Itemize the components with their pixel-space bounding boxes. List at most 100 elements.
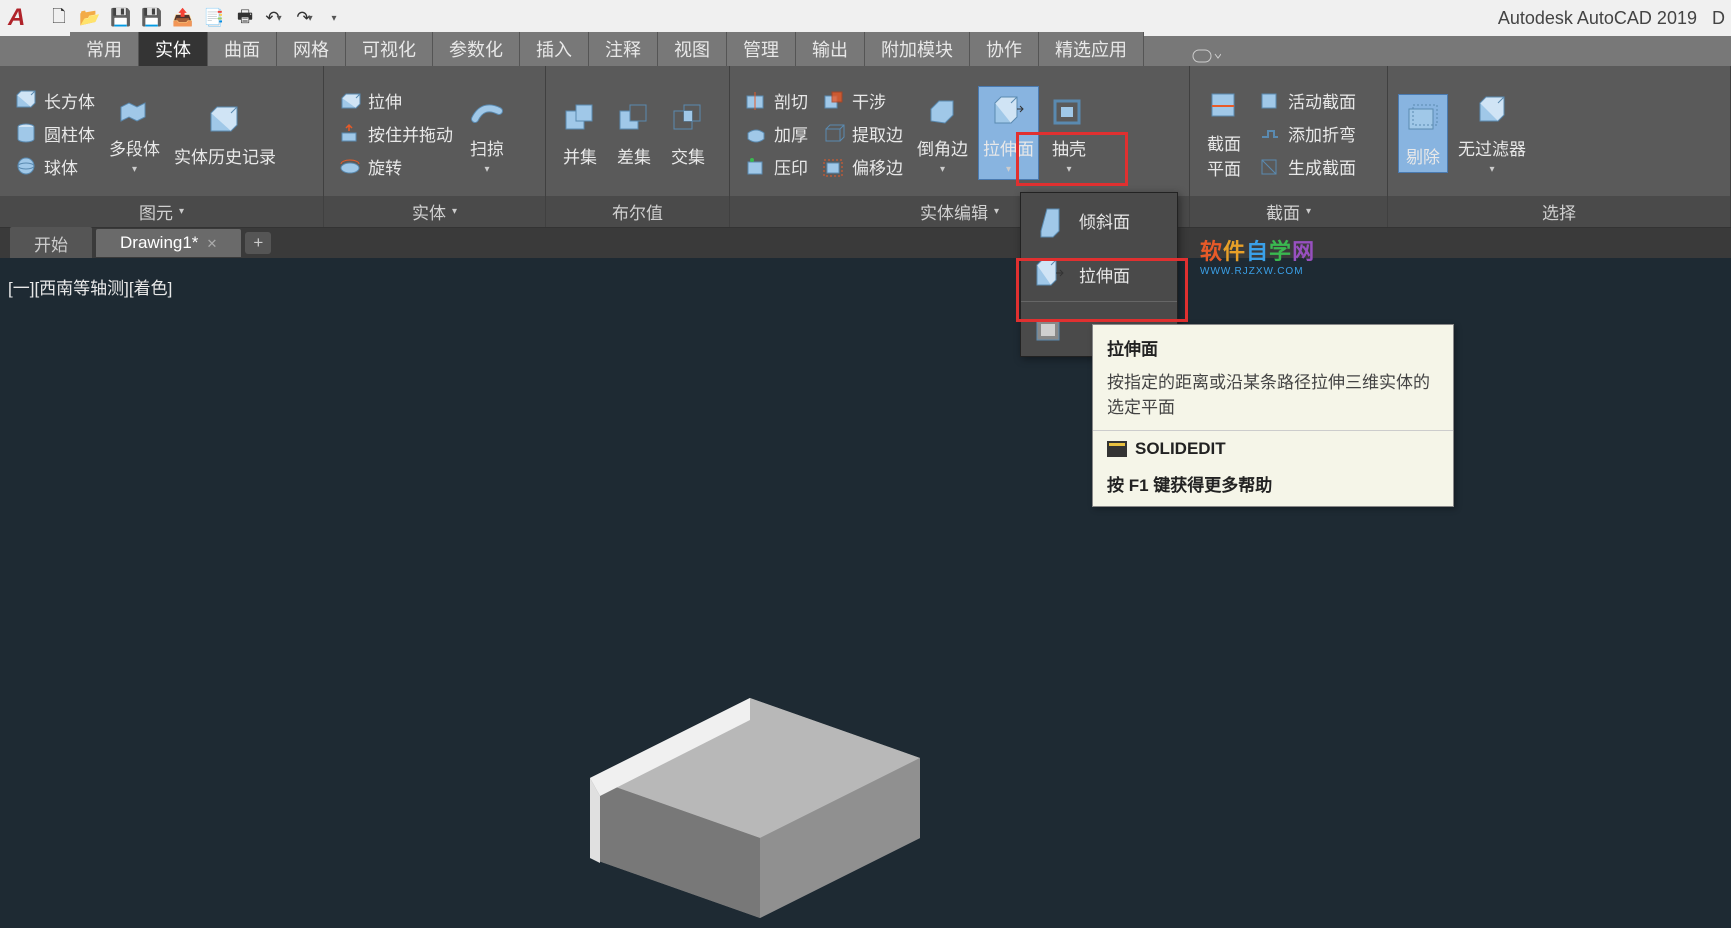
union-icon [560,99,600,139]
qat-saveas-button[interactable]: 💾 [137,3,167,33]
livesection-button[interactable]: 活动截面 [1254,85,1360,116]
command-icon [1107,441,1127,457]
close-icon[interactable]: ✕ [206,236,217,251]
thicken-button[interactable]: 加厚 [740,118,812,149]
box-button[interactable]: 长方体 [10,85,99,116]
tab-featured[interactable]: 精选应用 [1039,32,1144,66]
tab-manage[interactable]: 管理 [727,32,796,66]
interfere-icon [822,88,846,112]
tooltip-command: SOLIDEDIT [1093,431,1453,467]
chevron-down-icon: ▾ [132,164,137,175]
panel-boolean: 并集 差集 交集 布尔值 [546,66,730,227]
chevron-down-icon: ▾ [994,206,999,217]
tab-parametric[interactable]: 参数化 [433,32,520,66]
colorface-icon [1031,310,1069,348]
qat-save-button[interactable]: 💾 [106,3,136,33]
sphere-button[interactable]: 球体 [10,151,99,182]
presspull-button[interactable]: 按住并拖动 [334,118,457,149]
solid-history-button[interactable]: 实体历史记录 [170,95,280,172]
taperface-item[interactable]: 倾斜面 [1021,193,1177,247]
panel-selection: 剔除 无过滤器 ▾ 选择 [1388,66,1731,227]
tab-visualize[interactable]: 可视化 [346,32,433,66]
revolve-button[interactable]: 旋转 [334,151,457,182]
chamferedge-button[interactable]: 倒角边 ▾ [913,87,972,179]
panel-primitive: 长方体 圆柱体 球体 多段体 ▾ 实体历史记录 图元▾ [0,66,324,227]
interfere-button[interactable]: 干涉 [818,85,907,116]
sectionplane-button[interactable]: 截面 平面 [1200,82,1248,184]
subtract-icon [614,99,654,139]
tab-solid[interactable]: 实体 [139,32,208,66]
subtract-button[interactable]: 差集 [610,95,658,172]
slice-button[interactable]: 剖切 [740,85,812,116]
addjog-icon [1258,121,1282,145]
chevron-down-icon: ▾ [179,206,184,217]
culling-button[interactable]: 剔除 [1398,94,1448,173]
watermark-text: 软件自学网 [1200,234,1315,266]
tab-home[interactable]: 常用 [70,32,139,66]
slice-icon [744,88,768,112]
tooltip: 拉伸面 按指定的距离或沿某条路径拉伸三维实体的选定平面 SOLIDEDIT 按 … [1092,324,1454,507]
qat-new-button[interactable]: 🗋 [44,3,74,33]
qat-export-button[interactable]: 📤 [168,3,198,33]
cylinder-button[interactable]: 圆柱体 [10,118,99,149]
qat-undo-button[interactable]: ↶▾ [261,3,291,33]
app-logo-icon[interactable]: A [8,4,36,32]
extrudeface-icon [1031,255,1069,293]
tab-options-button[interactable] [1191,48,1221,66]
tab-insert[interactable]: 插入 [520,32,589,66]
tab-surface[interactable]: 曲面 [208,32,277,66]
chevron-down-icon: ▾ [1066,164,1071,175]
chevron-down-icon: ▾ [1006,164,1011,175]
model-solid[interactable] [540,608,960,928]
extrudeface-icon [989,91,1029,131]
cylinder-icon [14,121,38,145]
sweep-button[interactable]: 扫掠 ▾ [463,87,511,179]
print-icon: 🖶 [237,4,253,33]
imprint-button[interactable]: 压印 [740,151,812,182]
box-icon [14,88,38,112]
chevron-down-icon: ▾ [484,164,489,175]
addjog-button[interactable]: 添加折弯 [1254,118,1360,149]
sphere-icon [14,154,38,178]
viewport-label[interactable]: [一][西南等轴测][着色] [8,274,172,299]
qat-open-button[interactable]: 📂 [75,3,105,33]
window-title: Autodesk AutoCAD 2019 D [1498,8,1725,29]
tab-addins[interactable]: 附加模块 [865,32,970,66]
tab-mesh[interactable]: 网格 [277,32,346,66]
generate-button[interactable]: 生成截面 [1254,151,1360,182]
tab-view[interactable]: 视图 [658,32,727,66]
viewport[interactable]: [一][西南等轴测][着色] [0,258,1731,786]
extrude-button[interactable]: 拉伸 [334,85,457,116]
shell-button[interactable]: 抽壳 ▾ [1045,87,1093,179]
doc-tab-start[interactable]: 开始 [10,227,92,260]
panel-solid: 拉伸 按住并拖动 旋转 扫掠 ▾ 实体▾ [324,66,546,227]
generate-icon [1258,154,1282,178]
saveas-icon: 💾 [141,8,162,28]
culling-icon [1403,99,1443,139]
extrudeface-item[interactable]: 拉伸面 [1021,247,1177,301]
sectionplane-icon [1204,86,1244,126]
watermark-url: WWW.RJZXW.COM [1200,266,1315,277]
chevron-down-icon: ▾ [452,206,457,217]
tab-output[interactable]: 输出 [796,32,865,66]
extrudeface-button[interactable]: 拉伸面 ▾ [978,86,1039,180]
qat-redo-button[interactable]: ↷▾ [292,3,322,33]
polysolid-button[interactable]: 多段体 ▾ [105,87,164,179]
qat-plot-button[interactable]: 📑 [199,3,229,33]
solid-history-icon [205,99,245,139]
new-tab-button[interactable]: + [245,232,271,254]
union-button[interactable]: 并集 [556,95,604,172]
offsetedge-button[interactable]: 偏移边 [818,151,907,182]
chevron-down-icon: ▾ [277,13,287,24]
intersect-button[interactable]: 交集 [664,95,712,172]
tab-annotate[interactable]: 注释 [589,32,658,66]
doc-tab-drawing1[interactable]: Drawing1*✕ [96,229,241,257]
ribbon: 长方体 圆柱体 球体 多段体 ▾ 实体历史记录 图元▾ 拉伸 按住并拖动 旋转 [0,66,1731,228]
livesection-icon [1258,88,1282,112]
extractedges-button[interactable]: 提取边 [818,118,907,149]
qat-customize-button[interactable]: ▾ [323,3,353,33]
qat-print-button[interactable]: 🖶 [230,3,260,33]
nofilter-button[interactable]: 无过滤器 ▾ [1454,87,1530,179]
tab-collaborate[interactable]: 协作 [970,32,1039,66]
watermark: 软件自学网 WWW.RJZXW.COM [1200,234,1315,277]
